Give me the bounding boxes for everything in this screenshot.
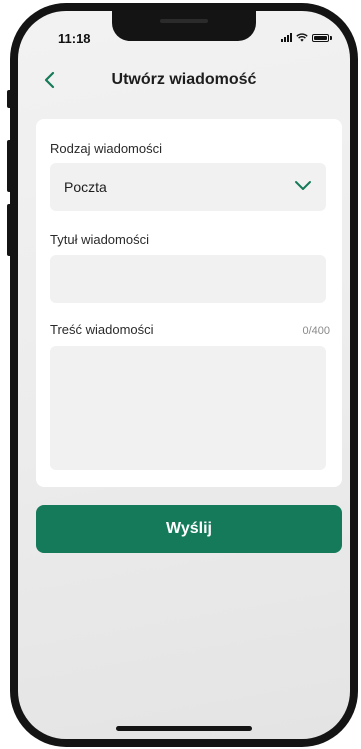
status-icons [281, 33, 332, 42]
message-body-label: Treść wiadomości [50, 322, 154, 337]
signal-icon [281, 33, 292, 42]
message-type-value: Poczta [64, 179, 107, 195]
message-title-label: Tytuł wiadomości [50, 232, 149, 247]
message-title-input[interactable] [50, 255, 326, 303]
page-title: Utwórz wiadomość [111, 71, 257, 88]
wifi-icon [296, 33, 308, 42]
message-type-select[interactable]: Poczta [50, 163, 326, 211]
battery-icon [312, 34, 329, 42]
message-body-textarea[interactable] [50, 346, 326, 470]
message-form-card: Rodzaj wiadomości Poczta Tytuł wiadomośc… [36, 119, 342, 487]
notch [112, 11, 256, 41]
home-indicator [116, 726, 252, 731]
speaker-grille [160, 19, 208, 23]
status-time: 11:18 [58, 31, 91, 46]
battery-tip [330, 36, 332, 40]
character-counter: 0/400 [302, 325, 330, 337]
app-header: Utwórz wiadomość [18, 63, 350, 97]
device-stage: 11:18 Utwórz wiadomość Rodzaj wiadomości… [0, 0, 361, 749]
send-button[interactable]: Wyślij [36, 505, 342, 553]
phone-frame: 11:18 Utwórz wiadomość Rodzaj wiadomości… [10, 3, 358, 747]
screen: 11:18 Utwórz wiadomość Rodzaj wiadomości… [18, 11, 350, 739]
message-type-label: Rodzaj wiadomości [50, 141, 162, 156]
chevron-down-icon [295, 181, 311, 190]
